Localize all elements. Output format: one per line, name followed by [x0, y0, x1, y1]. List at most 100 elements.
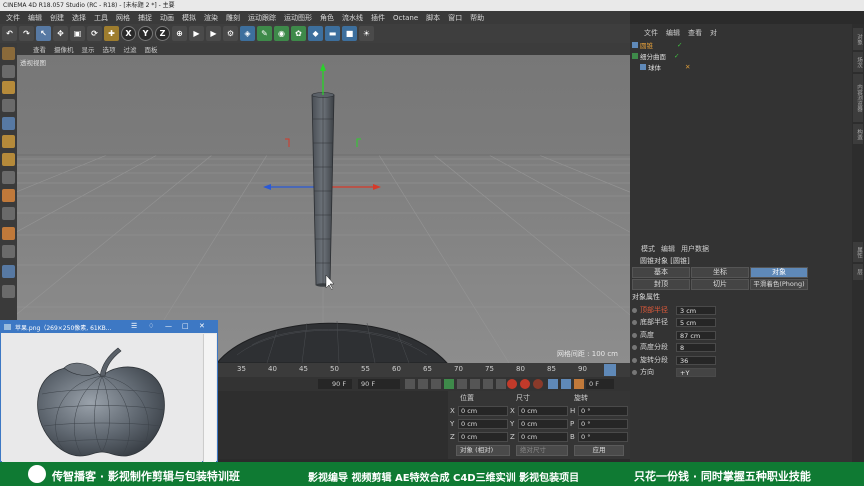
solo-icon[interactable]: [2, 265, 15, 278]
array-icon[interactable]: ✿: [291, 26, 306, 41]
position-z-field[interactable]: 0 cm: [458, 431, 508, 442]
menu-snap[interactable]: 捕捉: [134, 13, 156, 23]
points-mode-icon[interactable]: [2, 117, 15, 130]
menu-pipeline[interactable]: 流水线: [338, 13, 367, 23]
viewport-menu-panel[interactable]: 面板: [141, 44, 162, 54]
size-mode-select[interactable]: 绝对尺寸: [516, 445, 568, 456]
spline-pen-icon[interactable]: ✎: [257, 26, 272, 41]
light-icon[interactable]: ☀: [359, 26, 374, 41]
menu-mograph[interactable]: 运动图形: [280, 13, 316, 23]
animation-dot-icon[interactable]: [632, 307, 637, 313]
redo-icon[interactable]: ↷: [19, 26, 34, 41]
axis-mode-icon[interactable]: [2, 171, 15, 184]
object-menu-edit[interactable]: 编辑: [662, 28, 684, 38]
make-editable-icon[interactable]: [2, 47, 15, 60]
coordinate-system-icon[interactable]: ⊕: [172, 26, 187, 41]
model-mode-icon[interactable]: [2, 65, 15, 78]
tab-takes[interactable]: 场次: [853, 52, 863, 72]
autokey-icon[interactable]: [520, 379, 530, 389]
height-field[interactable]: 87 cm: [676, 330, 716, 340]
position-x-field[interactable]: 0 cm: [458, 405, 508, 416]
viewport-menu-view[interactable]: 查看: [29, 44, 50, 54]
object-row-cone[interactable]: 圆锥 ✓: [632, 40, 682, 50]
menu-sculpt[interactable]: 雕刻: [222, 13, 244, 23]
tag-icon[interactable]: ✕: [685, 63, 690, 71]
camera-icon[interactable]: ■: [342, 26, 357, 41]
deformer-icon[interactable]: ⬥: [308, 26, 323, 41]
rotation-h-field[interactable]: 0 °: [578, 405, 628, 416]
tab-objects[interactable]: 对象: [853, 28, 863, 50]
go-to-end-icon[interactable]: [483, 379, 493, 389]
undo-icon[interactable]: ↶: [2, 26, 17, 41]
image-viewer-titlebar[interactable]: 苹果.png（269×250像素, 61KB... ☰ ♢ — □ ✕: [1, 321, 217, 333]
height-segments-field[interactable]: 8: [676, 342, 716, 352]
animation-dot-icon[interactable]: [632, 319, 637, 325]
enabled-check-icon[interactable]: ✓: [674, 52, 679, 60]
render-picture-viewer-icon[interactable]: ▶: [206, 26, 221, 41]
menu-motion-tracking[interactable]: 运动跟踪: [244, 13, 280, 23]
subdivision-surface-icon[interactable]: ◉: [274, 26, 289, 41]
recent-tool-icon[interactable]: ✚: [104, 26, 119, 41]
maximize-icon[interactable]: □: [182, 322, 189, 330]
workplane-icon[interactable]: [2, 99, 15, 112]
play-icon[interactable]: [444, 379, 454, 389]
menu-render[interactable]: 渲染: [200, 13, 222, 23]
current-frame-field[interactable]: 0 F: [586, 379, 614, 389]
tab-caps[interactable]: 封顶: [632, 279, 690, 290]
live-select-icon[interactable]: ↖: [36, 26, 51, 41]
image-viewer-scrollbar[interactable]: [203, 334, 216, 462]
grid-icon[interactable]: [2, 285, 15, 298]
x-axis-lock-button[interactable]: X: [121, 26, 136, 41]
menu-help[interactable]: 帮助: [466, 13, 488, 23]
cube-primitive-icon[interactable]: ◈: [240, 26, 255, 41]
animation-dot-icon[interactable]: [632, 344, 637, 350]
position-y-field[interactable]: 0 cm: [458, 418, 508, 429]
tweak-mode-icon[interactable]: [2, 207, 15, 220]
visibility-check-icon[interactable]: ✓: [677, 41, 682, 49]
rotation-p-field[interactable]: 0 °: [578, 418, 628, 429]
preview-max-frame-field[interactable]: 90 F: [318, 379, 352, 389]
menu-script[interactable]: 脚本: [422, 13, 444, 23]
minimize-icon[interactable]: —: [165, 322, 172, 330]
rotation-b-field[interactable]: 0 °: [578, 431, 628, 442]
attr-menu-edit[interactable]: 编辑: [658, 244, 678, 254]
scale-key-icon[interactable]: [561, 379, 571, 389]
menu-mesh[interactable]: 网格: [112, 13, 134, 23]
next-key-icon[interactable]: [470, 379, 480, 389]
tab-coord[interactable]: 坐标: [691, 267, 749, 278]
tab-object[interactable]: 对象: [750, 267, 808, 278]
current-frame-marker[interactable]: [604, 364, 616, 376]
viewport-menu-filter[interactable]: 过滤: [120, 44, 141, 54]
rotation-key-icon[interactable]: [574, 379, 584, 389]
edges-mode-icon[interactable]: [2, 135, 15, 148]
size-z-field[interactable]: 0 cm: [518, 431, 568, 442]
end-frame-field[interactable]: 90 F: [358, 379, 400, 389]
tab-attributes[interactable]: 属性: [853, 242, 863, 262]
tab-slice[interactable]: 切片: [691, 279, 749, 290]
menu-plugins[interactable]: 插件: [367, 13, 389, 23]
animation-dot-icon[interactable]: [632, 369, 637, 375]
size-x-field[interactable]: 0 cm: [518, 405, 568, 416]
viewport-menu-options[interactable]: 选项: [99, 44, 120, 54]
next-frame-icon[interactable]: [457, 379, 467, 389]
rotate-icon[interactable]: ⟳: [87, 26, 102, 41]
menu-create[interactable]: 创建: [46, 13, 68, 23]
close-icon[interactable]: ✕: [199, 322, 205, 330]
object-menu-view[interactable]: 查看: [684, 28, 706, 38]
menu-character[interactable]: 角色: [316, 13, 338, 23]
tab-structure[interactable]: 构造: [853, 124, 863, 144]
tab-basic[interactable]: 基本: [632, 267, 690, 278]
orientation-select[interactable]: +Y: [676, 367, 716, 377]
coordinate-mode-select[interactable]: 对象 (相对): [456, 445, 510, 456]
scale-icon[interactable]: ▣: [70, 26, 85, 41]
menu-simulate[interactable]: 模拟: [178, 13, 200, 23]
apply-button[interactable]: 应用: [574, 445, 624, 456]
menu-octane[interactable]: Octane: [389, 14, 422, 22]
top-radius-field[interactable]: 3 cm: [676, 305, 716, 315]
loop-icon[interactable]: [496, 379, 506, 389]
viewport-menu-display[interactable]: 显示: [78, 44, 99, 54]
window-menu-icon[interactable]: ☰: [131, 322, 137, 330]
record-icon[interactable]: [507, 379, 517, 389]
previous-key-icon[interactable]: [418, 379, 428, 389]
menu-select[interactable]: 选择: [68, 13, 90, 23]
